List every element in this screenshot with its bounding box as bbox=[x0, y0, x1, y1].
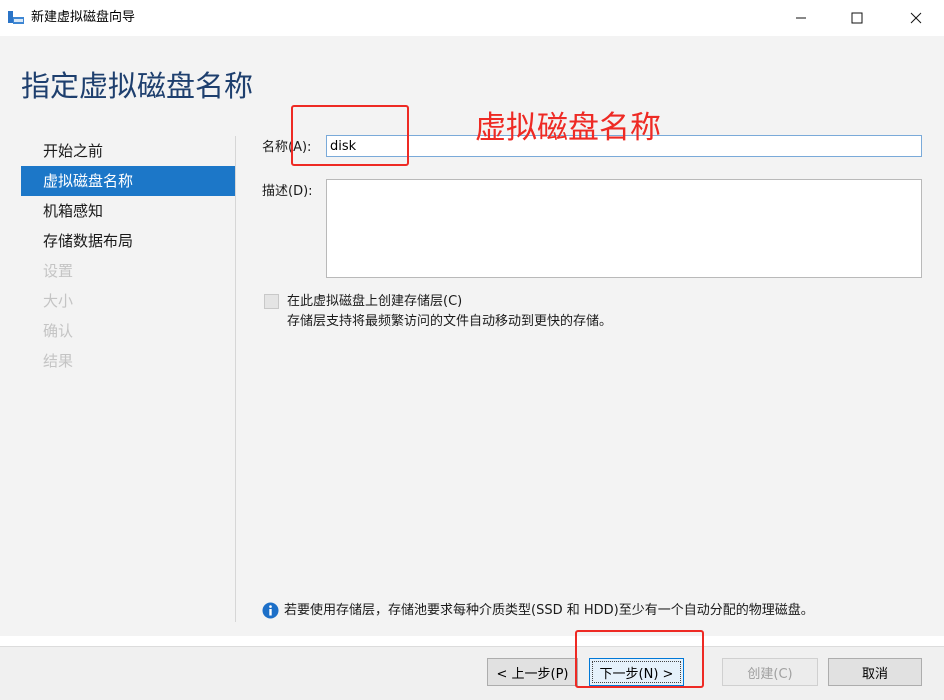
nav-item-confirmation: 确认 bbox=[43, 322, 74, 340]
name-label: 名称(A): bbox=[262, 140, 312, 155]
page-title: 指定虚拟磁盘名称 bbox=[21, 69, 254, 103]
description-label: 描述(D): bbox=[262, 184, 313, 199]
nav-item-size: 大小 bbox=[43, 292, 74, 310]
storage-tier-checkbox[interactable] bbox=[264, 294, 279, 309]
nav-item-settings: 设置 bbox=[43, 262, 74, 280]
storage-tier-checkbox-label[interactable]: 在此虚拟磁盘上创建存储层(C) bbox=[287, 293, 462, 311]
title-bar: 新建虚拟磁盘向导 bbox=[0, 0, 944, 36]
description-input[interactable] bbox=[326, 179, 922, 278]
info-icon bbox=[262, 602, 279, 619]
nav-item-storage-layout[interactable]: 存储数据布局 bbox=[21, 226, 236, 256]
nav-item-before-you-begin[interactable]: 开始之前 bbox=[21, 136, 236, 166]
storage-tier-hint: 存储层支持将最频繁访问的文件自动移动到更快的存储。 bbox=[287, 314, 613, 329]
next-button[interactable]: 下一步(N) > bbox=[589, 658, 684, 686]
nav-item-virtual-disk-name[interactable]: 虚拟磁盘名称 bbox=[21, 166, 236, 196]
cancel-button[interactable]: 取消 bbox=[828, 658, 922, 686]
nav-item-enclosure-awareness[interactable]: 机箱感知 bbox=[21, 196, 236, 226]
window-title: 新建虚拟磁盘向导 bbox=[31, 10, 136, 25]
storage-tier-info-text: 若要使用存储层，存储池要求每种介质类型(SSD 和 HDD)至少有一个自动分配的… bbox=[284, 603, 814, 618]
next-button-label: 下一步(N) > bbox=[599, 666, 674, 682]
annotation-text: 虚拟磁盘名称 bbox=[475, 110, 661, 146]
maximize-button[interactable] bbox=[834, 0, 880, 36]
wizard-step-nav: 开始之前 虚拟磁盘名称 机箱感知 存储数据布局 设置 大小 确认 结果 bbox=[21, 136, 236, 376]
close-icon bbox=[910, 12, 922, 24]
nav-divider bbox=[235, 136, 236, 622]
previous-button[interactable]: < 上一步(P) bbox=[487, 658, 578, 686]
wizard-app-icon bbox=[7, 9, 25, 27]
minimize-icon bbox=[796, 17, 806, 19]
close-button[interactable] bbox=[893, 0, 939, 36]
nav-item-results: 结果 bbox=[43, 352, 74, 370]
create-button: 创建(C) bbox=[722, 658, 818, 686]
maximize-icon bbox=[851, 12, 863, 24]
minimize-button[interactable] bbox=[778, 0, 824, 36]
